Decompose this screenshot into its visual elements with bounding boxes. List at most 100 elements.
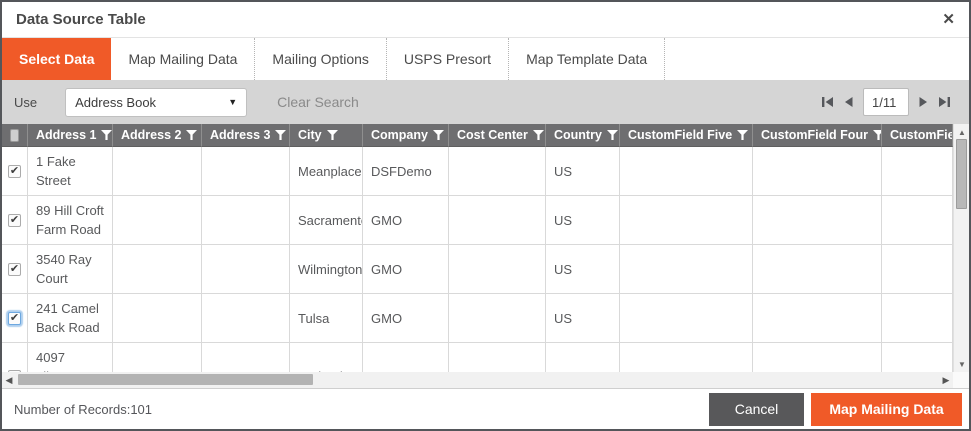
page-number-input[interactable] [863,88,909,116]
cell-address-2 [113,294,202,343]
cell-company: GMO [363,245,449,294]
toolbar: Use Address Book ▼ Clear Search [2,80,969,124]
tab-usps-presort[interactable]: USPS Presort [387,38,509,80]
cell-customfield-five [620,196,753,245]
cell-city: Meanplace [290,147,363,196]
scroll-up-icon[interactable]: ▲ [954,125,969,139]
cell-city: Burbank [290,343,363,372]
row-select-cell: ✔ [2,294,28,343]
chevron-down-icon: ▼ [228,97,237,107]
table-row: 4097 Liberty AvenueBurbankGMOUS [2,343,953,372]
table-row: ✔ 241 Camel Back Road TulsaGMO US [2,294,953,343]
horizontal-scrollbar[interactable]: ◀ ▶ [2,372,969,388]
cell-address-1: 4097 Liberty Avenue [28,343,113,372]
data-table: Address 1 Address 2 Address 3 City Company Co… [2,124,969,372]
cell-customfield-four [753,196,882,245]
scroll-left-icon[interactable]: ◀ [2,372,16,388]
tab-bar: Select DataMap Mailing DataMailing Optio… [2,38,969,80]
cell-address-2 [113,196,202,245]
filter-icon[interactable] [186,130,197,140]
dialog-title: Data Source Table [16,11,146,28]
cell-cost-center [449,294,546,343]
horizontal-scrollbar-thumb[interactable] [18,374,313,385]
column-header-address-3[interactable]: Address 3 [202,124,290,147]
cell-cost-center [449,343,546,372]
tab-map-mailing-data[interactable]: Map Mailing Data [111,38,255,80]
filter-icon[interactable] [275,130,286,140]
dialog-titlebar: Data Source Table ✕ [2,2,969,38]
column-header-customfield-four[interactable]: CustomField Four [753,124,882,147]
last-page-icon[interactable] [938,96,951,108]
vertical-scrollbar[interactable]: ▲ ▼ [953,124,969,372]
table-row: ✔89 Hill Croft Farm RoadSacramentoGMOUS [2,196,953,245]
map-mailing-data-button[interactable]: Map Mailing Data [811,393,962,426]
row-checkbox[interactable]: ✔ [8,263,21,276]
cancel-button[interactable]: Cancel [709,393,804,426]
cell-country: US [546,294,620,343]
next-page-icon[interactable] [918,96,929,108]
first-page-icon[interactable] [821,96,834,108]
column-header-customfield-five[interactable]: CustomField Five [620,124,753,147]
filter-icon[interactable] [101,130,112,140]
cell-company: GMO [363,294,449,343]
row-select-cell: ✔ [2,147,28,196]
column-header-label: Company [371,126,428,145]
column-header-company[interactable]: Company [363,124,449,147]
cell-customfield [882,196,953,245]
clear-search-link[interactable]: Clear Search [277,94,359,110]
data-source-table-dialog: Data Source Table ✕ Select DataMap Maili… [0,0,971,431]
vertical-scrollbar-thumb[interactable] [956,139,967,209]
filter-icon[interactable] [737,130,748,140]
scroll-down-icon[interactable]: ▼ [954,357,969,371]
row-select-cell: ✔ [2,196,28,245]
cell-city: Tulsa [290,294,363,343]
cell-customfield [882,343,953,372]
table-row: ✔1 Fake StreetMeanplaceDSFDemoUS [2,147,953,196]
row-checkbox[interactable]: ✔ [8,214,21,227]
cell-customfield-four [753,245,882,294]
column-header-label: Address 3 [210,126,270,145]
column-header-label: Cost Center [457,126,528,145]
data-source-dropdown[interactable]: Address Book ▼ [65,88,247,117]
cell-customfield-five [620,147,753,196]
cell-address-3 [202,147,290,196]
cell-city: Sacramento [290,196,363,245]
select-all-checkbox[interactable] [10,129,19,142]
column-header-address-1[interactable]: Address 1 [28,124,113,147]
tab-mailing-options[interactable]: Mailing Options [255,38,387,80]
column-header-label: CustomField Four [761,126,868,145]
record-count: Number of Records:101 [14,402,152,417]
column-header-customfield[interactable]: CustomField [882,124,953,147]
filter-icon[interactable] [327,130,338,140]
tab-select-data[interactable]: Select Data [2,38,111,80]
cell-address-1: 89 Hill Croft Farm Road [28,196,113,245]
cell-address-1: 241 Camel Back Road [28,294,113,343]
column-header-label: Address 1 [36,126,96,145]
use-label: Use [14,95,37,110]
cell-cost-center [449,245,546,294]
cell-address-1: 3540 Ray Court [28,245,113,294]
cell-city: Wilmington [290,245,363,294]
column-header-cost-center[interactable]: Cost Center [449,124,546,147]
filter-icon[interactable] [433,130,444,140]
filter-icon[interactable] [873,130,882,140]
scroll-right-icon[interactable]: ▶ [939,372,953,388]
cell-country: US [546,196,620,245]
row-select-cell: ✔ [2,245,28,294]
tab-map-template-data[interactable]: Map Template Data [509,38,665,80]
row-checkbox[interactable]: ✔ [8,312,21,325]
filter-icon[interactable] [533,130,544,140]
column-header-country[interactable]: Country [546,124,620,147]
previous-page-icon[interactable] [843,96,854,108]
column-header-city[interactable]: City [290,124,363,147]
column-header-address-2[interactable]: Address 2 [113,124,202,147]
close-icon[interactable]: ✕ [942,12,955,27]
cell-cost-center [449,196,546,245]
cell-cost-center [449,147,546,196]
cell-customfield [882,245,953,294]
filter-icon[interactable] [607,130,618,140]
cell-customfield [882,147,953,196]
row-checkbox[interactable]: ✔ [8,165,21,178]
cell-customfield-four [753,147,882,196]
column-header-label: City [298,126,322,145]
